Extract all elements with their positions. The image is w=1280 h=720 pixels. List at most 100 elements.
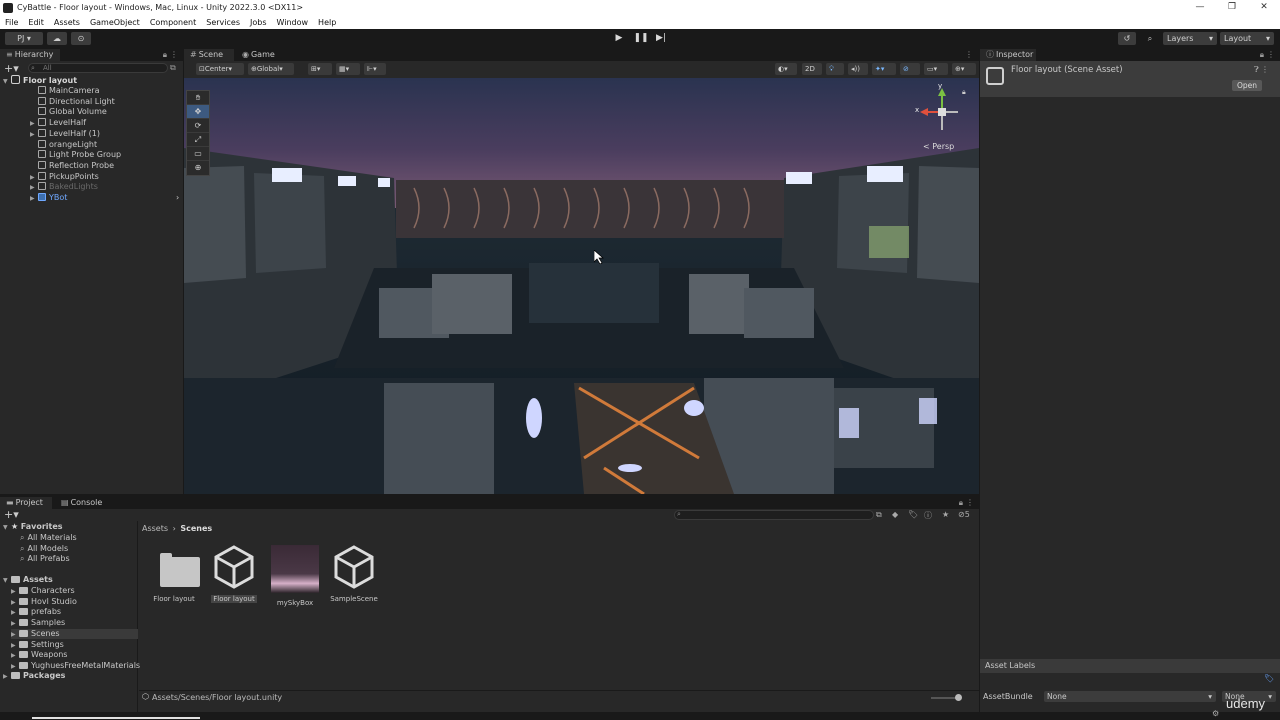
pivot-center-dropdown[interactable]: ⊡Center▾ xyxy=(196,63,244,75)
asset-folder-item[interactable]: ▶ Settings xyxy=(11,640,64,651)
project-search-input[interactable] xyxy=(674,510,874,520)
hierarchy-item[interactable]: ▶ PickupPoints xyxy=(30,171,99,183)
lock-icon[interactable]: 🔒︎ xyxy=(959,497,963,509)
menu-window[interactable]: Window xyxy=(272,18,314,27)
tab-hierarchy[interactable]: ≡ Hierarchy xyxy=(0,49,60,61)
menu-component[interactable]: Component xyxy=(145,18,201,27)
asset-folder-item[interactable]: ▶ prefabs xyxy=(11,607,61,618)
asset-tile-myskybox[interactable]: mySkyBox xyxy=(267,545,323,607)
collab-icon[interactable]: ⊙ xyxy=(71,32,91,45)
assetbundle-dropdown[interactable]: None ▾ xyxy=(1044,691,1216,702)
asset-folder-item[interactable]: ▶ Samples xyxy=(11,618,65,629)
expand-arrow-icon[interactable]: ▶ xyxy=(30,194,38,205)
asset-folder-item[interactable]: ▶ Weapons xyxy=(11,650,67,661)
step-button[interactable]: ▶| xyxy=(651,31,671,46)
layout-dropdown[interactable]: Layout ▾ xyxy=(1220,32,1274,45)
lighting-toggle-icon[interactable]: 💡︎ xyxy=(826,63,844,75)
hierarchy-search-input[interactable]: All xyxy=(28,63,168,73)
more-options-icon[interactable]: ⋮ xyxy=(965,49,973,61)
hierarchy-item[interactable]: ▶ LevelHalf xyxy=(30,118,86,129)
hierarchy-item[interactable]: Directional Light xyxy=(30,96,115,108)
menu-jobs[interactable]: Jobs xyxy=(245,18,272,27)
asset-tile-floor-layout-scene[interactable]: Floor layout xyxy=(206,545,262,603)
add-object-button[interactable]: +▾ xyxy=(4,63,19,74)
cloud-icon[interactable]: ☁ xyxy=(47,32,67,45)
packages-root[interactable]: ▶ Packages xyxy=(3,671,65,682)
hierarchy-item[interactable]: ▶ LevelHalf (1) xyxy=(30,128,100,140)
menu-assets[interactable]: Assets xyxy=(49,18,85,27)
hidden-objects-icon[interactable]: ⊘ xyxy=(900,63,920,75)
create-asset-button[interactable]: +▾ xyxy=(4,509,22,520)
search-by-type-icon[interactable]: ⧉ xyxy=(876,510,882,520)
scene-root[interactable]: ▼ Floor layout xyxy=(3,75,77,86)
menu-edit[interactable]: Edit xyxy=(23,18,49,27)
hierarchy-item[interactable]: Light Probe Group xyxy=(30,150,121,161)
increment-snap-icon[interactable]: ⊩▾ xyxy=(364,63,386,75)
tab-scene[interactable]: # Scene xyxy=(184,49,234,61)
gizmos-icon[interactable]: ⊕▾ xyxy=(952,63,976,75)
hierarchy-item[interactable]: ▶ YBot › xyxy=(30,193,179,205)
play-button[interactable]: ▶ xyxy=(609,31,629,46)
hierarchy-item[interactable]: Reflection Probe xyxy=(30,160,114,172)
move-tool-icon[interactable]: ✥ xyxy=(187,105,209,119)
help-icon[interactable]: ❓︎ xyxy=(1254,65,1259,75)
more-options-icon[interactable]: ⋮ xyxy=(966,497,974,509)
lock-icon[interactable]: 🔒︎ xyxy=(962,88,966,97)
hierarchy-item[interactable]: ▶ BakedLights xyxy=(30,182,98,193)
orientation-gizmo[interactable]: x y xyxy=(914,82,962,134)
tag-icon[interactable]: 🏷︎ xyxy=(908,510,918,519)
lock-icon[interactable]: 🔒︎ xyxy=(163,49,167,61)
global-local-dropdown[interactable]: ⊕Global▾ xyxy=(248,63,294,75)
scale-tool-icon[interactable]: ⤢ xyxy=(187,133,209,147)
scene-viewport[interactable]: x y < Persp 🔒︎ xyxy=(184,78,979,494)
breadcrumb-assets[interactable]: Assets xyxy=(142,524,168,533)
lock-icon[interactable]: 🔒︎ xyxy=(1260,49,1264,61)
draw-mode-icon[interactable]: ◐▾ xyxy=(775,63,797,75)
tab-inspector[interactable]: ⓘ Inspector xyxy=(980,49,1036,61)
favorites-section[interactable]: ▼ ★ Favorites xyxy=(3,522,63,533)
hidden-packages-icon[interactable]: ⊘5 xyxy=(958,510,970,519)
menu-help[interactable]: Help xyxy=(313,18,341,27)
projection-label[interactable]: < Persp xyxy=(923,142,954,151)
label-tag-icon[interactable]: 🏷︎ xyxy=(1264,674,1274,684)
filter-icon[interactable]: ⧉ xyxy=(170,63,176,73)
menu-services[interactable]: Services xyxy=(201,18,245,27)
breadcrumb-scenes[interactable]: Scenes xyxy=(180,524,212,533)
layers-dropdown[interactable]: Layers ▾ xyxy=(1163,32,1217,45)
info-icon[interactable]: ⓘ xyxy=(924,510,932,521)
menu-file[interactable]: File xyxy=(0,18,23,27)
favorite-item[interactable]: ⌕ All Prefabs xyxy=(20,554,70,565)
favorite-item[interactable]: ⌕ All Models xyxy=(20,544,68,555)
search-by-label-icon[interactable]: ◆ xyxy=(892,510,898,519)
tab-game[interactable]: ◉ Game xyxy=(236,49,282,61)
asset-folder-item[interactable]: ▶ YughuesFreeMetalMaterials xyxy=(11,661,140,672)
hand-tool-icon[interactable]: ✋︎ xyxy=(187,91,209,105)
minimize-button[interactable]: — xyxy=(1184,0,1216,15)
more-options-icon[interactable]: ⋮ xyxy=(170,49,178,61)
asset-folder-item[interactable]: ▶ Characters xyxy=(11,586,75,597)
open-button[interactable]: Open xyxy=(1232,80,1262,91)
hierarchy-item[interactable]: orangeLight xyxy=(30,139,97,151)
asset-tile-samplescene[interactable]: SampleScene xyxy=(326,545,382,603)
search-icon[interactable]: ⌕ xyxy=(1141,32,1159,45)
menu-gameobject[interactable]: GameObject xyxy=(85,18,145,27)
hierarchy-item[interactable]: MainCamera xyxy=(30,86,100,97)
asset-folder-item[interactable]: ▶ Scenes xyxy=(11,628,138,640)
pause-button[interactable]: ❚❚ xyxy=(631,31,651,46)
asset-tile-floor-layout-folder[interactable]: Floor layout xyxy=(146,545,202,603)
toggle-2d-button[interactable]: 2D xyxy=(802,63,822,75)
assets-root[interactable]: ▼ Assets xyxy=(3,575,53,586)
open-prefab-arrow-icon[interactable]: › xyxy=(176,193,179,204)
account-dropdown[interactable]: PJ ▾ xyxy=(5,32,43,45)
grid-visibility-icon[interactable]: ▦▾ xyxy=(336,63,360,75)
close-button[interactable]: ✕ xyxy=(1248,0,1280,15)
effects-toggle-icon[interactable]: ✦▾ xyxy=(872,63,896,75)
favorite-star-icon[interactable]: ★ xyxy=(942,510,949,519)
rect-tool-icon[interactable]: ▭ xyxy=(187,147,209,161)
tab-console[interactable]: ▤ Console xyxy=(55,497,107,509)
favorite-item[interactable]: ⌕ All Materials xyxy=(20,533,77,544)
icon-size-slider-thumb[interactable] xyxy=(955,694,962,701)
hierarchy-item[interactable]: Global Volume xyxy=(30,107,107,118)
more-options-icon[interactable]: ⋮ xyxy=(1267,49,1275,61)
debug-icon[interactable]: ⚙ xyxy=(1212,709,1219,718)
